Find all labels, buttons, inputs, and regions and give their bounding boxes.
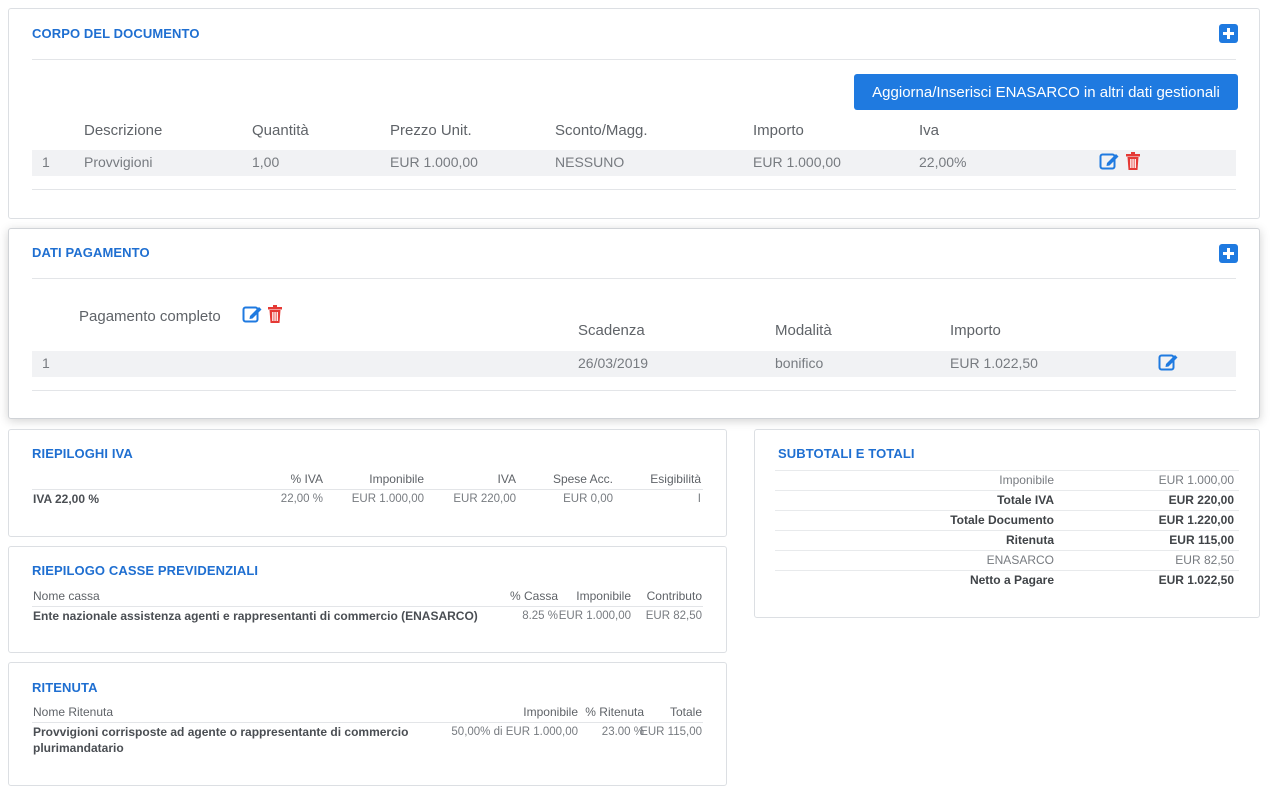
totali-label-totale-iva: Totale IVA bbox=[997, 493, 1054, 507]
ritenuta-title: RITENUTA bbox=[32, 680, 98, 695]
divider bbox=[32, 278, 1236, 279]
dati-pagamento-title: DATI PAGAMENTO bbox=[32, 245, 150, 260]
col-header-nome-cassa: Nome cassa bbox=[33, 589, 100, 603]
totali-card: SUBTOTALI E TOTALI Imponibile EUR 1.000,… bbox=[754, 429, 1260, 618]
divider bbox=[775, 550, 1239, 551]
trash-icon[interactable] bbox=[1125, 152, 1141, 171]
row-imponibile: EUR 1.000,00 bbox=[558, 610, 631, 622]
divider bbox=[32, 390, 1236, 391]
col-header-importo: Importo bbox=[753, 122, 804, 139]
col-header-totale: Totale bbox=[669, 705, 702, 719]
row-imponibile: 50,00% di EUR 1.000,00 bbox=[451, 726, 578, 738]
row-nome-line2: plurimandatario bbox=[33, 741, 124, 755]
totali-label-ritenuta: Ritenuta bbox=[1006, 533, 1054, 547]
totali-value-enasarco: EUR 82,50 bbox=[1175, 553, 1234, 567]
divider bbox=[775, 490, 1239, 491]
row-contributo: EUR 82,50 bbox=[645, 610, 702, 622]
col-header-sconto: Sconto/Magg. bbox=[555, 122, 648, 139]
row-descrizione: Provvigioni bbox=[84, 154, 153, 170]
row-perc: 22,00 % bbox=[280, 493, 323, 505]
divider bbox=[32, 606, 703, 607]
row-sconto: NESSUNO bbox=[555, 154, 625, 170]
divider bbox=[775, 470, 1239, 471]
add-row-icon[interactable] bbox=[1219, 24, 1238, 43]
col-header-imponibile: Imponibile bbox=[369, 472, 424, 486]
row-totale: EUR 115,00 bbox=[640, 726, 702, 738]
row-importo: EUR 1.022,50 bbox=[950, 355, 1038, 371]
divider bbox=[32, 59, 1236, 60]
divider bbox=[775, 530, 1239, 531]
ritenuta-card: RITENUTA Nome Ritenuta Imponibile % Rite… bbox=[8, 662, 727, 786]
divider bbox=[775, 510, 1239, 511]
row-number: 1 bbox=[42, 154, 50, 170]
table-row bbox=[32, 150, 1236, 176]
riepiloghi-iva-title: RIEPILOGHI IVA bbox=[32, 446, 133, 461]
row-modalita: bonifico bbox=[775, 355, 824, 371]
col-header-imponibile: Imponibile bbox=[576, 589, 631, 603]
col-header-imponibile: Imponibile bbox=[523, 705, 578, 719]
col-header-importo: Importo bbox=[950, 322, 1001, 339]
riepiloghi-iva-card: RIEPILOGHI IVA % IVA Imponibile IVA Spes… bbox=[8, 429, 727, 537]
totali-value-ritenuta: EUR 115,00 bbox=[1169, 533, 1234, 547]
row-perc: 8.25 % bbox=[522, 610, 558, 622]
row-number: 1 bbox=[42, 355, 50, 371]
casse-card: RIEPILOGO CASSE PREVIDENZIALI Nome cassa… bbox=[8, 546, 727, 653]
col-header-nome-ritenuta: Nome Ritenuta bbox=[33, 705, 114, 719]
row-prezzo: EUR 1.000,00 bbox=[390, 154, 478, 170]
divider bbox=[32, 189, 1236, 190]
col-header-contributo: Contributo bbox=[646, 589, 702, 603]
enasarco-update-button[interactable]: Aggiorna/Inserisci ENASARCO in altri dat… bbox=[854, 74, 1238, 110]
row-esigibilita: I bbox=[697, 493, 701, 505]
divider bbox=[775, 570, 1239, 571]
row-label: IVA 22,00 % bbox=[33, 492, 100, 506]
pagamento-label: Pagamento completo bbox=[79, 308, 221, 325]
edit-icon[interactable] bbox=[242, 304, 264, 324]
totali-value-imponibile: EUR 1.000,00 bbox=[1158, 473, 1234, 487]
corpo-documento-title: CORPO DEL DOCUMENTO bbox=[32, 26, 200, 41]
trash-icon[interactable] bbox=[267, 305, 283, 324]
add-payment-icon[interactable] bbox=[1219, 244, 1238, 263]
totali-value-netto: EUR 1.022,50 bbox=[1158, 573, 1234, 587]
corpo-documento-card: CORPO DEL DOCUMENTO Aggiorna/Inserisci E… bbox=[8, 8, 1260, 219]
row-quantita: 1,00 bbox=[252, 154, 280, 170]
row-importo: EUR 1.000,00 bbox=[753, 154, 841, 170]
col-header-prezzo: Prezzo Unit. bbox=[390, 122, 472, 139]
row-nome: Ente nazionale assistenza agenti e rappr… bbox=[33, 609, 478, 623]
col-header-modalita: Modalità bbox=[775, 322, 832, 339]
row-imponibile: EUR 1.000,00 bbox=[351, 493, 424, 505]
totali-title: SUBTOTALI E TOTALI bbox=[778, 446, 915, 461]
col-header-esigibilita: Esigibilità bbox=[650, 472, 701, 486]
totali-value-totale-documento: EUR 1.220,00 bbox=[1158, 513, 1234, 527]
col-header-perc-cassa: % Cassa bbox=[509, 589, 558, 603]
edit-icon[interactable] bbox=[1099, 151, 1121, 171]
casse-title: RIEPILOGO CASSE PREVIDENZIALI bbox=[32, 563, 259, 578]
col-header-descrizione: Descrizione bbox=[84, 122, 163, 139]
dati-pagamento-card: DATI PAGAMENTO Pagamento completo Scaden… bbox=[8, 228, 1260, 419]
col-header-scadenza: Scadenza bbox=[578, 322, 645, 339]
col-header-spese: Spese Acc. bbox=[552, 472, 613, 486]
totali-label-enasarco: ENASARCO bbox=[986, 553, 1054, 567]
col-header-iva: Iva bbox=[919, 122, 940, 139]
col-header-perc-iva: % IVA bbox=[290, 472, 323, 486]
totali-label-netto: Netto a Pagare bbox=[969, 573, 1054, 587]
divider bbox=[32, 489, 703, 490]
col-header-iva: IVA bbox=[497, 472, 516, 486]
divider bbox=[32, 722, 703, 723]
row-iva: 22,00% bbox=[919, 154, 967, 170]
row-scadenza: 26/03/2019 bbox=[578, 355, 649, 371]
row-iva: EUR 220,00 bbox=[453, 493, 516, 505]
col-header-perc-ritenuta: % Ritenuta bbox=[585, 705, 644, 719]
row-nome-line1: Provvigioni corrisposte ad agente o rapp… bbox=[33, 725, 409, 739]
totali-label-totale-documento: Totale Documento bbox=[950, 513, 1054, 527]
totali-label-imponibile: Imponibile bbox=[999, 473, 1054, 487]
row-perc: 23.00 % bbox=[601, 726, 644, 738]
edit-icon[interactable] bbox=[1158, 352, 1180, 372]
row-spese: EUR 0,00 bbox=[563, 493, 613, 505]
col-header-quantita: Quantità bbox=[252, 122, 309, 139]
totali-value-totale-iva: EUR 220,00 bbox=[1168, 493, 1234, 507]
